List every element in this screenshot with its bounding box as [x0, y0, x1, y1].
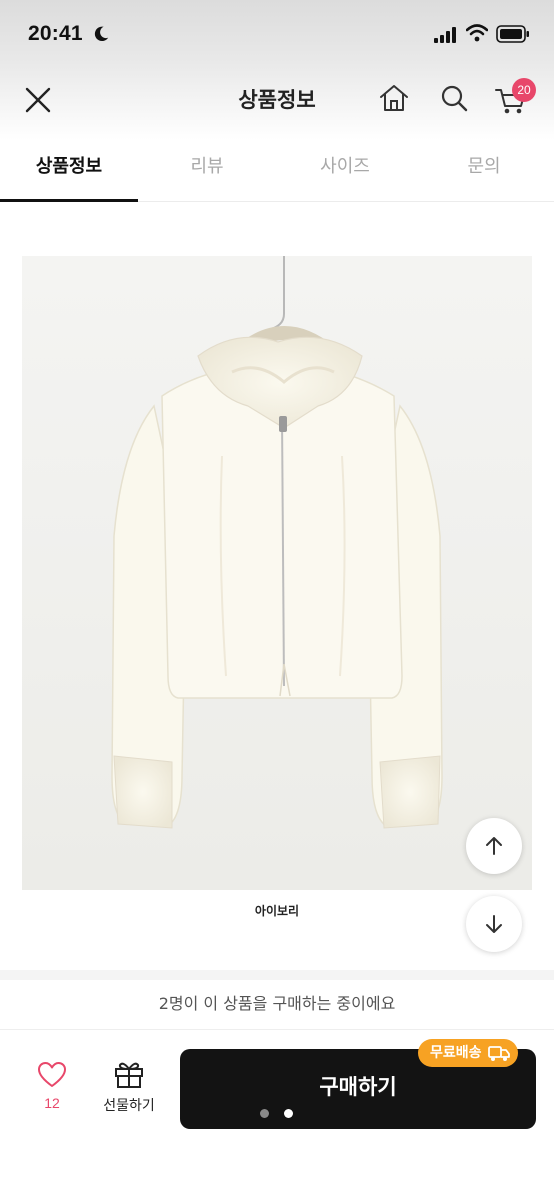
heart-icon — [38, 1062, 66, 1087]
free-shipping-label: 무료배송 — [430, 1045, 482, 1061]
tab-product-info[interactable]: 상품정보 — [0, 140, 138, 202]
scroll-up-button[interactable] — [466, 818, 522, 874]
jacket-illustration — [22, 256, 532, 890]
truck-icon — [487, 1046, 510, 1061]
home-icon[interactable] — [378, 82, 410, 114]
carousel-dot — [260, 1109, 269, 1118]
app-screen: 20:41 상품정보 20 상품정보 리뷰 사이즈 문의 아이보리 2명이 이 … — [0, 0, 554, 1200]
tab-inquiry[interactable]: 문의 — [414, 140, 554, 202]
scroll-down-button[interactable] — [466, 896, 522, 952]
section-divider — [0, 970, 554, 980]
signal-icon — [434, 27, 456, 43]
app-header: 상품정보 20 — [0, 70, 554, 130]
tab-reviews[interactable]: 리뷰 — [138, 140, 276, 202]
battery-icon — [496, 25, 529, 43]
status-time: 20:41 — [28, 22, 83, 45]
like-button[interactable]: 12 — [24, 1061, 80, 1121]
arrow-down-icon — [486, 915, 502, 933]
gift-icon — [115, 1062, 143, 1088]
active-tab-indicator — [0, 199, 138, 202]
bottom-action-bar: 12 선물하기 구매하기 무료배송 — [0, 1031, 554, 1200]
moon-icon — [94, 26, 109, 42]
product-tabs: 상품정보 리뷰 사이즈 문의 — [0, 140, 554, 202]
cart-count-badge: 20 — [512, 78, 536, 102]
carousel-dots — [258, 1109, 298, 1119]
wifi-icon — [466, 24, 488, 42]
arrow-up-icon — [486, 837, 502, 855]
tab-size[interactable]: 사이즈 — [276, 140, 414, 202]
product-image — [22, 256, 532, 890]
search-icon[interactable] — [438, 82, 470, 114]
page-title: 상품정보 — [238, 88, 316, 112]
status-bar: 20:41 — [0, 0, 554, 70]
like-count: 12 — [44, 1095, 60, 1111]
carousel-dot-active — [284, 1109, 293, 1118]
gift-button[interactable]: 선물하기 — [94, 1059, 164, 1121]
purchase-notice: 2명이 이 상품을 구매하는 중이에요 — [0, 980, 554, 1030]
gift-label: 선물하기 — [103, 1098, 155, 1114]
free-shipping-badge: 무료배송 — [418, 1039, 518, 1067]
